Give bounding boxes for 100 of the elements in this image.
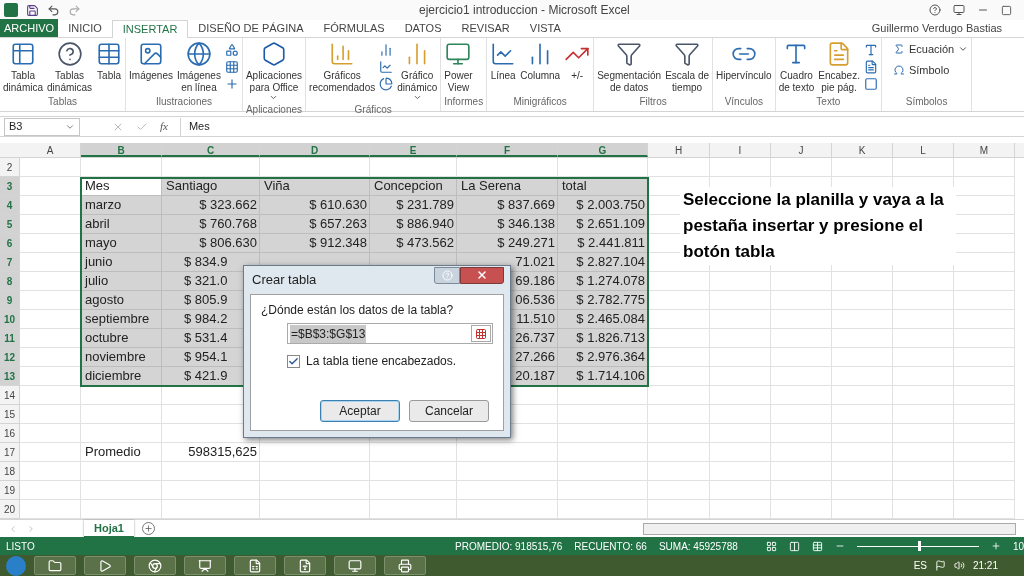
column-header[interactable]: F (457, 143, 558, 157)
normal-view-icon[interactable] (765, 540, 777, 552)
dialog-button[interactable]: Aceptar (320, 400, 400, 422)
save-icon[interactable] (26, 3, 39, 17)
row-header[interactable]: 6 (0, 234, 20, 253)
ribbon-small-icon[interactable] (379, 60, 394, 74)
ribbon-button[interactable]: Cuadro de texto (778, 41, 815, 94)
row-header[interactable]: 14 (0, 386, 20, 405)
row-header[interactable]: 15 (0, 405, 20, 424)
help-button[interactable] (434, 266, 460, 284)
column-header[interactable]: H (648, 143, 710, 157)
flag-icon[interactable] (934, 560, 946, 571)
row-header[interactable]: 11 (0, 329, 20, 348)
ribbon-small-icon[interactable] (379, 77, 394, 91)
column-header[interactable]: C (162, 143, 260, 157)
ribbon-button[interactable]: Gráfico dinámico (397, 41, 438, 102)
taskbar-app-icon[interactable] (134, 556, 176, 575)
collapse-range-icon[interactable] (475, 327, 487, 340)
ribbon-tab[interactable]: DATOS (394, 19, 452, 37)
column-header[interactable]: I (710, 143, 771, 157)
ribbon-button[interactable]: Línea (490, 41, 517, 94)
ribbon-small-icon[interactable] (224, 77, 239, 91)
start-button[interactable] (6, 555, 26, 576)
ribbon-button[interactable]: Segmentación de datos (597, 41, 662, 94)
ribbon-small-icon[interactable] (863, 60, 878, 74)
undo-icon[interactable] (47, 3, 60, 17)
taskbar-app-icon[interactable] (234, 556, 276, 575)
ribbon-tab[interactable]: INICIO (58, 19, 112, 37)
ribbon-button[interactable]: Escala de tiempo (665, 41, 710, 94)
zoom-thumb[interactable] (917, 541, 921, 551)
ribbon-button[interactable]: Imágenes (129, 41, 173, 94)
zoom-slider[interactable] (856, 541, 979, 551)
column-header[interactable]: M (954, 143, 1015, 157)
ribbon-button[interactable]: Ecuación (892, 41, 969, 58)
row-header[interactable]: 2 (0, 158, 20, 177)
row-header[interactable]: 16 (0, 424, 20, 443)
row-header[interactable]: 5 (0, 215, 20, 234)
sheet-tab[interactable]: Hoja1 (84, 519, 134, 538)
row-header[interactable]: 17 (0, 443, 20, 462)
dialog-button[interactable]: Cancelar (409, 400, 489, 422)
restore-icon[interactable] (1001, 4, 1012, 16)
taskbar-app-icon[interactable] (384, 556, 426, 575)
file-tab[interactable]: ARCHIVO (0, 19, 59, 37)
volume-icon[interactable] (953, 560, 965, 571)
column-header[interactable]: D (260, 143, 370, 157)
ribbon-button[interactable]: Columna (520, 41, 561, 94)
help-icon[interactable] (929, 4, 941, 16)
ribbon-button[interactable]: Encabez. pie pág. (818, 41, 860, 94)
taskbar-app-icon[interactable] (184, 556, 226, 575)
horizontal-scrollbar[interactable] (642, 522, 1016, 535)
close-button[interactable] (460, 266, 504, 284)
ribbon-button[interactable]: Hipervínculo (716, 41, 772, 94)
row-header[interactable]: 12 (0, 348, 20, 367)
column-header[interactable]: E (370, 143, 457, 157)
formula-input[interactable]: Mes (179, 117, 1020, 136)
taskbar-app-icon[interactable] (34, 556, 76, 575)
row-header[interactable]: 13 (0, 367, 20, 386)
page-break-icon[interactable] (811, 540, 823, 552)
zoom-in-icon[interactable] (990, 541, 1001, 551)
language-indicator[interactable]: ES (913, 558, 927, 573)
ribbon-button[interactable]: Gráficos recomendados (309, 41, 376, 102)
ribbon-button[interactable]: Aplicaciones para Office (245, 41, 303, 102)
column-header[interactable]: G (558, 143, 648, 157)
range-field[interactable]: =$B$3:$G$13 (287, 323, 493, 344)
ribbon-button[interactable]: Tabla (96, 41, 123, 94)
headers-checkbox[interactable] (287, 354, 300, 368)
column-header[interactable]: B (81, 143, 162, 157)
ribbon-button[interactable]: +/- (564, 41, 591, 94)
ribbon-tab[interactable]: DISEÑO DE PÁGINA (188, 19, 314, 37)
ribbon-tab[interactable]: INSERTAR (111, 20, 189, 38)
display-options-icon[interactable] (953, 4, 965, 16)
row-header[interactable]: 20 (0, 500, 20, 519)
ribbon-tab[interactable]: FÓRMULAS (313, 19, 395, 37)
name-box[interactable]: B3 (4, 117, 80, 136)
row-header[interactable]: 8 (0, 272, 20, 291)
row-header[interactable]: 3 (0, 177, 20, 196)
row-header[interactable]: 18 (0, 462, 20, 481)
taskbar-app-icon[interactable] (334, 556, 376, 575)
ribbon-small-icon[interactable] (863, 77, 878, 91)
row-header[interactable]: 19 (0, 481, 20, 500)
function-icon[interactable]: fx (160, 118, 168, 135)
row-header[interactable]: 4 (0, 196, 20, 215)
ribbon-tab[interactable]: VISTA (519, 19, 571, 37)
taskbar-app-icon[interactable] (284, 556, 326, 575)
ribbon-tab[interactable]: REVISAR (451, 19, 520, 37)
page-layout-icon[interactable] (788, 540, 800, 552)
column-header[interactable]: L (893, 143, 954, 157)
ribbon-button[interactable]: Símbolo (892, 61, 969, 78)
ribbon-small-icon[interactable] (379, 43, 394, 57)
row-header[interactable]: 9 (0, 291, 20, 310)
ribbon-small-icon[interactable] (224, 60, 239, 74)
ribbon-button[interactable]: Tabla dinámica (3, 41, 44, 94)
ribbon-small-icon[interactable] (863, 43, 878, 57)
ribbon-button[interactable]: Tablas dinámicas (47, 41, 93, 94)
ribbon-small-icon[interactable] (224, 43, 239, 57)
column-header[interactable]: K (832, 143, 893, 157)
ribbon-button[interactable]: Imágenes en línea (177, 41, 221, 94)
row-header[interactable]: 10 (0, 310, 20, 329)
column-header[interactable]: J (771, 143, 832, 157)
taskbar-app-icon[interactable] (84, 556, 126, 575)
